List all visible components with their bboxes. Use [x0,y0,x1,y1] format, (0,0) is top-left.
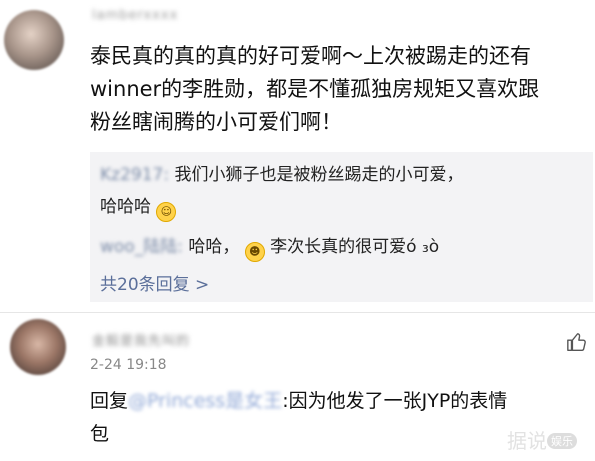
watermark-logo: 据说 娱乐 [507,425,577,454]
sub-reply-username[interactable]: woo_陆陆: [100,237,183,257]
avatar[interactable] [10,319,66,375]
sub-reply-text: 我们小狮子也是被粉丝踢走的小可爱， [174,165,464,185]
more-replies-link[interactable]: 共20条回复 > [100,270,209,295]
sub-reply-box[interactable]: Kz2917: 我们小狮子也是被粉丝踢走的小可爱， 哈哈哈 ☺ woo_陆陆: … [90,152,593,302]
divider [0,312,595,313]
comment-text: 泰民真的真的真的好可爱啊～上次被踢走的还有 winner的李胜勋，都是不懂孤独房… [90,40,590,139]
reply-username[interactable]: 金毅是我先叫的 [92,330,190,349]
comment-username[interactable]: lamberxxxx [92,8,178,23]
sub-reply-text: 哈哈， [188,237,240,257]
avatar[interactable] [4,10,64,70]
sub-reply[interactable]: woo_陆陆: 哈哈， ☻ 李次长真的很可爱ό ₃ὸ [100,234,439,262]
comment-text-line: winner的李胜勋，都是不懂孤独房规矩又喜欢跟 [90,77,540,101]
sub-reply-text: 哈哈哈 [100,197,151,217]
grinning-face-icon: ☺ [156,202,177,222]
comment-text-line: 泰民真的真的真的好可爱啊～上次被踢走的还有 [90,44,531,68]
reply-text-line: 回复@Princess是女王:因为他发了一张JYP的表情 [90,385,580,418]
sub-reply[interactable]: Kz2917: 我们小狮子也是被粉丝踢走的小可爱， [100,162,463,189]
thumbs-up-icon[interactable] [566,331,588,353]
sub-reply-text: 李次长真的很可爱ό ₃ὸ [270,237,440,257]
watermark-text: 据说 [507,429,547,453]
sub-reply-continued: 哈哈哈 ☺ [100,194,177,222]
watermark-tag: 娱乐 [547,433,577,449]
comment-text-line: 粉丝瞎闹腾的小可爱们啊！ [90,110,342,134]
reply-body: :因为他发了一张JYP的表情 [282,390,508,412]
mention-link[interactable]: @Princess是女王 [128,390,282,412]
reply-prefix: 回复 [90,390,129,412]
sub-reply-username[interactable]: Kz2917: [100,165,169,185]
laughing-tears-icon: ☻ [244,242,265,262]
reply-timestamp: 2-24 19:18 [90,357,167,373]
